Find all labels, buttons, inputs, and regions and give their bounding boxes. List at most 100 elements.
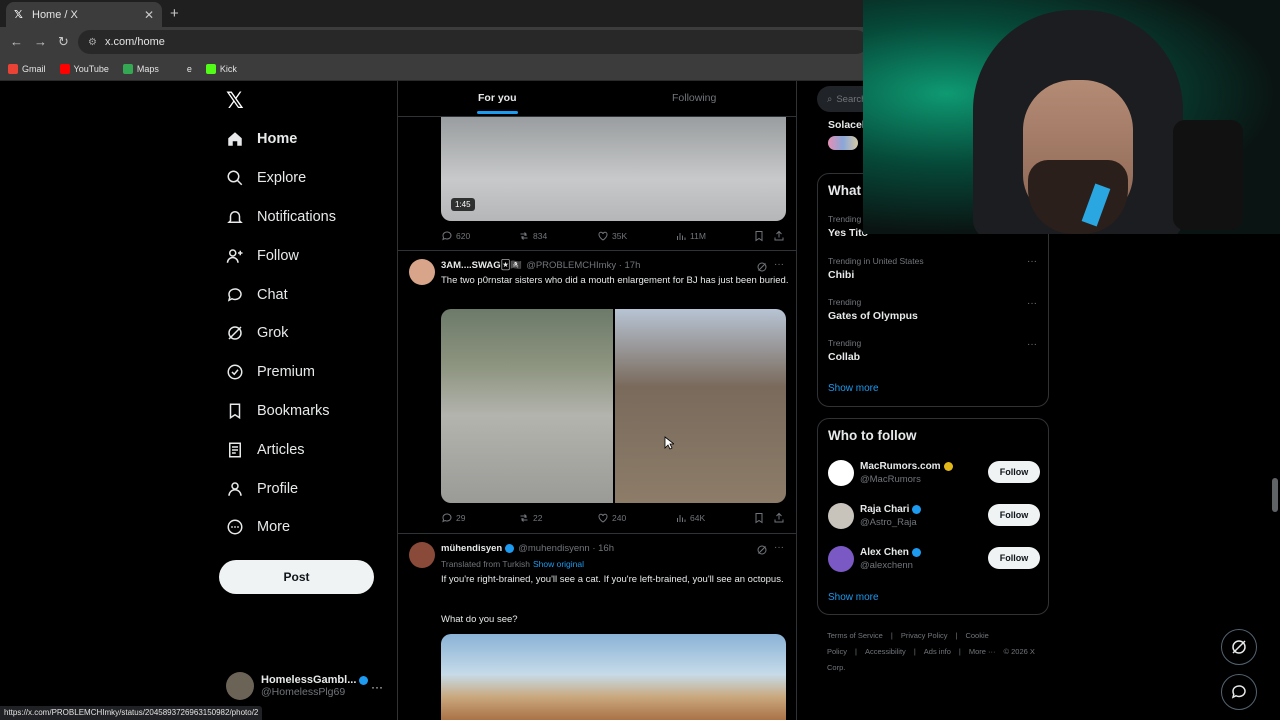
sidebar-item-label: More [257,519,291,536]
like-button[interactable]: 35K [597,230,627,242]
search-icon [226,169,244,187]
follow-button[interactable]: Follow [988,504,1040,526]
bookmark-button[interactable] [753,512,768,524]
follow-suggestion[interactable]: Alex Chen @alexchenn Follow [828,543,1040,575]
sidebar-item-explore[interactable]: Explore [226,159,336,198]
follow-button[interactable]: Follow [988,461,1040,483]
bookmark-maps[interactable]: Maps [122,63,159,74]
sidebar-item-label: Grok [257,325,289,342]
reply-button[interactable]: 620 [441,230,470,242]
sidebar-item-follow[interactable]: Follow [226,236,336,275]
forward-icon[interactable]: → [34,34,47,49]
show-more-link[interactable]: Show more [828,383,879,394]
scrollbar[interactable] [1272,478,1278,512]
avatar[interactable] [409,259,435,285]
avatar[interactable] [409,542,435,568]
tab-following[interactable]: Following [672,92,716,104]
trend-more-icon[interactable]: ··· [1027,298,1037,309]
footer-link[interactable]: Privacy Policy [901,631,948,640]
repost-button[interactable]: 834 [518,230,547,242]
bookmark-youtube[interactable]: YouTube [59,63,109,74]
bookmark-button[interactable] [753,230,768,242]
browser-tab[interactable]: 𝕏 Home / X ✕ [6,2,162,27]
sidebar-item-label: Explore [257,170,307,187]
follow-button[interactable]: Follow [988,547,1040,569]
sidebar-item-label: Chat [257,286,288,303]
tweet-more-icon[interactable]: ··· [774,259,784,270]
messages-fab[interactable] [1221,674,1257,710]
tweet-photo-1[interactable] [441,309,613,503]
tweet-author-name[interactable]: 3AM....SWAG🃏🏴‍☠️ [441,260,522,271]
grok-icon[interactable] [756,261,768,273]
footer-link[interactable]: Accessibility [865,647,906,656]
tweet-more-icon[interactable]: ··· [774,542,784,553]
cursor-icon [664,436,674,450]
who-to-follow-title: Who to follow [828,428,917,443]
trend-more-icon[interactable]: ··· [1027,339,1037,350]
trend-item[interactable]: Trending in United States Chibi [828,256,924,281]
grok-fab[interactable] [1221,629,1257,665]
back-icon[interactable]: ← [10,34,23,49]
sidebar-item-bookmarks[interactable]: Bookmarks [226,392,336,431]
divider [398,250,796,251]
reload-icon[interactable]: ↻ [58,34,69,50]
close-tab-icon[interactable]: ✕ [144,8,154,22]
sidebar-item-home[interactable]: Home [226,120,336,159]
account-switcher[interactable]: HomelessGambl... @HomelessPlg69 ··· [226,672,383,700]
views-button[interactable]: 64K [675,512,705,524]
follow-suggestion[interactable]: Raja Chari @Astro_Raja Follow [828,500,1040,532]
sidebar-item-chat[interactable]: Chat [226,275,336,314]
new-tab-button[interactable]: + [170,5,179,22]
sidebar-item-profile[interactable]: Profile [226,469,336,508]
views-button[interactable]: 11M [675,230,706,242]
timeline-tabs: For you Following [398,81,796,117]
url-field[interactable]: ⚙ x.com/home [78,30,868,54]
sidebar-item-articles[interactable]: Articles [226,430,336,469]
sidebar-item-more[interactable]: More [226,508,336,547]
reply-button[interactable]: 29 [441,512,465,524]
subscribe-card-title: Solacel [828,119,865,131]
trend-more-icon[interactable]: ··· [1027,256,1037,267]
show-more-link[interactable]: Show more [828,592,879,603]
article-icon [226,441,244,459]
share-button[interactable] [773,230,788,242]
tweet-author-handle[interactable]: @PROBLEMCHImky · 17h [526,260,640,271]
tweet-video[interactable]: 1:45 [441,117,786,221]
tweet-author-handle[interactable]: @muhendisyenn · 16h [518,543,614,554]
sidebar-item-grok[interactable]: Grok [226,314,336,353]
tweet-author-name[interactable]: mühendisyen [441,543,502,554]
x-logo-icon[interactable]: 𝕏 [226,88,244,114]
tweet-photo[interactable] [441,634,786,720]
repost-button[interactable]: 22 [518,512,542,524]
bookmark-kick[interactable]: Kick [205,63,237,74]
footer-separator: | [958,647,961,656]
translation-note: Translated from Turkish Show original [441,559,584,569]
share-icon [774,230,784,241]
tweet-photos [441,309,786,503]
bell-icon [226,208,244,226]
post-button[interactable]: Post [219,560,374,594]
grok-icon[interactable] [756,544,768,556]
bookmark-gmail[interactable]: Gmail [8,63,46,74]
divider [398,533,796,534]
footer-separator: | [855,647,857,656]
like-button[interactable]: 240 [597,512,626,524]
bookmark-e[interactable]: e [172,63,192,74]
sidebar-item-notifications[interactable]: Notifications [226,198,336,237]
trend-item[interactable]: Trending Gates of Olympus [828,297,918,322]
footer-link[interactable]: Ads info [924,647,951,656]
show-original-link[interactable]: Show original [533,559,584,569]
follow-suggestion[interactable]: MacRumors.com @MacRumors Follow [828,457,1040,489]
bookmark-icon [755,231,763,242]
sidebar-item-premium[interactable]: Premium [226,353,336,392]
tweet-photo-2[interactable] [614,309,786,503]
footer-link[interactable]: More ··· [969,647,996,656]
more-icon[interactable]: ··· [371,680,383,694]
trend-item[interactable]: Trending Collab [828,338,861,363]
heart-icon [598,231,608,241]
reply-icon [442,231,452,241]
tab-for-you[interactable]: For you [477,92,517,114]
site-info-icon[interactable]: ⚙ [88,37,97,48]
footer-link[interactable]: Terms of Service [827,631,883,640]
share-button[interactable] [773,512,788,524]
